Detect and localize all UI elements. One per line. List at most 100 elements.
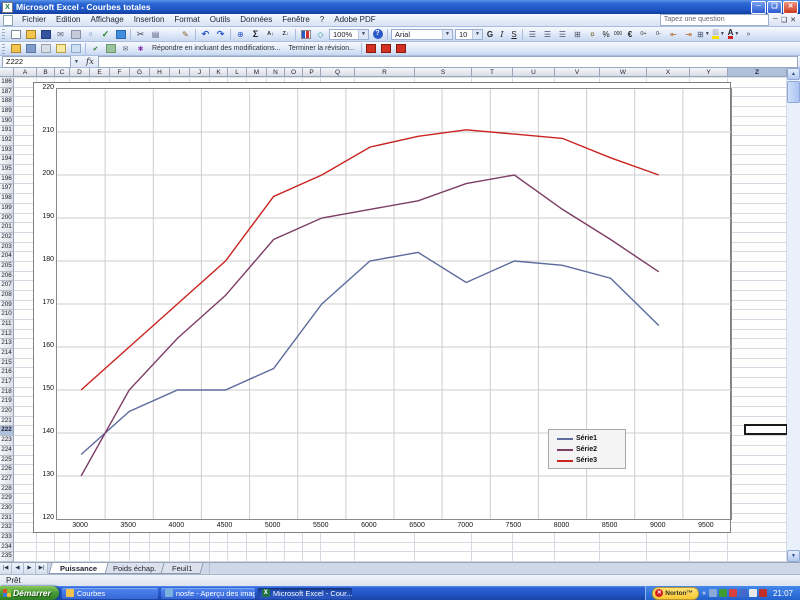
column-header-A[interactable]: A [14, 68, 37, 77]
mail-icon[interactable] [749, 589, 757, 597]
row-header-186[interactable]: 186 [0, 78, 14, 88]
column-header-U[interactable]: U [513, 68, 555, 77]
acrobat-icon[interactable] [759, 589, 767, 597]
align-right-icon[interactable]: ☰ [556, 28, 569, 40]
cut-icon[interactable]: ✂ [134, 28, 147, 40]
row-header-199[interactable]: 199 [0, 204, 14, 214]
open-folder-icon[interactable] [24, 28, 37, 40]
menu-affichage[interactable]: Affichage [85, 14, 128, 26]
scroll-up-icon[interactable]: ▲ [787, 68, 800, 80]
workbook-close-button[interactable]: ✕ [790, 16, 796, 24]
toolbar-gripper[interactable] [2, 29, 5, 39]
menu-fen-tre[interactable]: Fenêtre [277, 14, 315, 26]
row-header-203[interactable]: 203 [0, 243, 14, 253]
sort-descending-icon[interactable]: Z↓ [279, 28, 292, 40]
legend-item-série2[interactable]: Série2 [557, 444, 625, 455]
row-header-225[interactable]: 225 [0, 456, 14, 466]
row-header-228[interactable]: 228 [0, 485, 14, 495]
review-button-terminer[interactable]: Terminer la révision... [284, 45, 359, 52]
mail-icon[interactable]: ✉ [54, 28, 67, 40]
tab-scroll-first-icon[interactable]: |◀ [0, 563, 12, 574]
sheet-tab-feuil1[interactable]: Feuil1 [161, 563, 205, 574]
selected-cell-Z222[interactable] [744, 424, 787, 435]
minimize-button[interactable]: ─ [751, 1, 766, 14]
currency-icon[interactable]: ¤ [586, 28, 599, 40]
column-header-P[interactable]: P [303, 68, 321, 77]
row-header-216[interactable]: 216 [0, 368, 14, 378]
task-button-courbes[interactable]: Courbes [62, 588, 158, 599]
save-workspace-icon[interactable] [24, 43, 37, 55]
autosum-icon[interactable]: Σ [249, 28, 262, 40]
row-header-212[interactable]: 212 [0, 330, 14, 340]
graphics-icon[interactable] [739, 589, 747, 597]
row-header-204[interactable]: 204 [0, 252, 14, 262]
row-header-192[interactable]: 192 [0, 136, 14, 146]
font-name-select[interactable]: Arial▼ [391, 29, 453, 40]
mail-recipient-icon[interactable]: ✉ [119, 43, 132, 55]
column-header-Z[interactable]: Z [728, 68, 787, 77]
undo-icon[interactable]: ↶ [199, 28, 212, 40]
remove-decimal-icon[interactable]: 0- [652, 28, 665, 40]
column-header-E[interactable]: E [90, 68, 110, 77]
column-header-L[interactable]: L [228, 68, 247, 77]
column-header-N[interactable]: N [267, 68, 285, 77]
toolbar-options-icon[interactable]: » [742, 28, 755, 40]
bold-button[interactable]: G [484, 30, 496, 39]
zoom-select[interactable]: 100%▼ [329, 29, 369, 40]
tray-chevron-icon[interactable]: « [702, 590, 706, 597]
column-header-F[interactable]: F [110, 68, 130, 77]
row-header-188[interactable]: 188 [0, 97, 14, 107]
scrollbar-thumb[interactable] [787, 81, 800, 103]
formula-input[interactable] [98, 56, 798, 68]
column-header-M[interactable]: M [247, 68, 267, 77]
close-button[interactable]: ✕ [783, 1, 798, 14]
row-header-229[interactable]: 229 [0, 494, 14, 504]
underline-button[interactable]: S [508, 30, 520, 39]
row-header-231[interactable]: 231 [0, 514, 14, 524]
norton-badge[interactable]: ✕ Norton™ [652, 587, 699, 600]
fill-color-icon[interactable]: ▨▼ [712, 28, 725, 40]
new-file-icon[interactable] [9, 28, 22, 40]
row-header-190[interactable]: 190 [0, 117, 14, 127]
spelling-icon[interactable]: ✓ [99, 28, 112, 40]
column-header-B[interactable]: B [37, 68, 55, 77]
folder-open-icon[interactable] [9, 43, 22, 55]
menu-format[interactable]: Format [169, 14, 204, 26]
menu-outils[interactable]: Outils [205, 14, 235, 26]
add-decimal-icon[interactable]: 0+ [637, 28, 650, 40]
scroll-down-icon[interactable]: ▼ [787, 550, 800, 562]
align-left-icon[interactable]: ☰ [526, 28, 539, 40]
row-header-202[interactable]: 202 [0, 233, 14, 243]
row-header-217[interactable]: 217 [0, 378, 14, 388]
network-icon[interactable] [709, 589, 717, 597]
menu-adobe-pdf[interactable]: Adobe PDF [329, 14, 380, 26]
select-all-corner[interactable] [0, 68, 14, 77]
merge-center-icon[interactable]: ⊞ [571, 28, 584, 40]
thousands-style-button[interactable]: 000 [612, 31, 624, 37]
row-header-194[interactable]: 194 [0, 155, 14, 165]
legend-item-série1[interactable]: Série1 [557, 433, 625, 444]
horizontal-scrollbar[interactable] [209, 563, 800, 574]
drawing-icon[interactable]: ◇ [314, 28, 327, 40]
accept-changes-icon[interactable]: ✔ [89, 43, 102, 55]
sheet-tab-puissance[interactable]: Puissance [48, 563, 108, 574]
workbook-icon[interactable] [3, 15, 13, 26]
save-icon[interactable] [39, 28, 52, 40]
row-header-210[interactable]: 210 [0, 310, 14, 320]
borders-icon[interactable]: ⊞▼ [697, 28, 710, 40]
row-header-201[interactable]: 201 [0, 223, 14, 233]
ask-question-box[interactable]: Tapez une question [660, 14, 769, 26]
row-header-191[interactable]: 191 [0, 126, 14, 136]
row-header-226[interactable]: 226 [0, 465, 14, 475]
decrease-indent-icon[interactable]: ⇤ [667, 28, 680, 40]
review-button-répondre[interactable]: Répondre en incluant des modifications..… [148, 45, 284, 52]
row-header-215[interactable]: 215 [0, 359, 14, 369]
menu-donn-es[interactable]: Données [235, 14, 277, 26]
share-workbook-icon[interactable] [104, 43, 117, 55]
chart-wizard-icon[interactable] [299, 28, 312, 40]
column-header-C[interactable]: C [55, 68, 70, 77]
column-header-K[interactable]: K [210, 68, 228, 77]
column-header-D[interactable]: D [70, 68, 90, 77]
row-header-213[interactable]: 213 [0, 339, 14, 349]
acrobat-pdf-icon[interactable] [365, 43, 378, 55]
